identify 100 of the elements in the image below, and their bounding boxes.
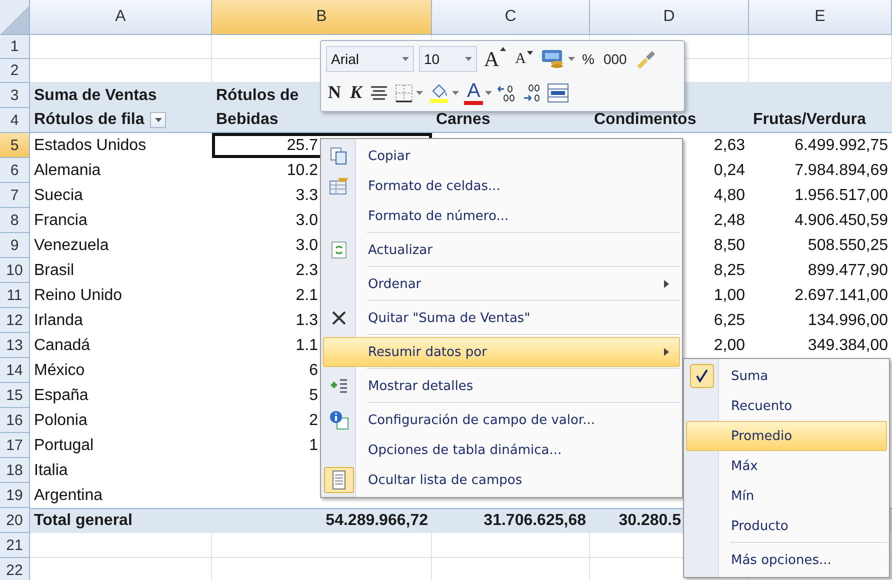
dropdown-caret-icon[interactable] <box>452 90 460 95</box>
menu-item[interactable]: Más opciones... <box>686 545 887 575</box>
row-header[interactable]: 21 <box>0 533 30 558</box>
grow-font-button[interactable]: A <box>482 46 508 72</box>
table-cell: Suecia <box>34 186 83 204</box>
menu-item[interactable]: Ocultar lista de campos <box>323 465 680 495</box>
table-cell: 6,25 <box>714 312 745 330</box>
row-header[interactable]: 7 <box>0 183 30 208</box>
table-cell: Portugal <box>34 436 94 454</box>
column-header[interactable]: E <box>749 0 892 35</box>
table-cell: Irlanda <box>34 312 83 330</box>
menu-item[interactable]: Ordenar <box>323 269 680 299</box>
table-cell: 8,50 <box>714 236 745 254</box>
table-cell: Estados Unidos <box>34 136 146 154</box>
fill-bucket-icon[interactable] <box>428 82 450 104</box>
row-header[interactable]: 14 <box>0 358 30 383</box>
menu-item[interactable]: Formato de celdas... <box>323 171 680 201</box>
row-header[interactable]: 5 <box>0 133 30 158</box>
italic-button[interactable]: K <box>348 82 364 104</box>
menu-item[interactable]: Resumir datos por <box>323 337 680 367</box>
row-header[interactable]: 19 <box>0 483 30 508</box>
menu-item[interactable]: Máx <box>686 451 887 481</box>
menu-item[interactable]: Copiar <box>323 141 680 171</box>
field-list-icon <box>332 470 346 490</box>
row-header[interactable]: 16 <box>0 408 30 433</box>
menu-item[interactable]: Quitar "Suma de Ventas" <box>323 303 680 333</box>
format-button[interactable]: 000 <box>601 51 629 68</box>
table-cell: 6.499.992,75 <box>794 136 888 154</box>
row-header[interactable]: 13 <box>0 333 30 358</box>
table-cell: Rótulos de <box>216 86 299 104</box>
menu-item[interactable]: Mín <box>686 481 887 511</box>
row-header[interactable]: 6 <box>0 158 30 183</box>
menu-item[interactable]: Formato de número... <box>323 201 680 231</box>
row-header[interactable]: 18 <box>0 458 30 483</box>
table-cell: Total general <box>34 512 132 530</box>
borders-icon[interactable] <box>394 82 414 103</box>
table-cell: Bebidas <box>216 111 278 129</box>
menu-item[interactable]: Promedio <box>686 421 887 451</box>
row-header[interactable]: 9 <box>0 233 30 258</box>
table-cell: Argentina <box>34 486 102 504</box>
dropdown-caret-icon[interactable] <box>416 90 424 95</box>
column-header[interactable]: D <box>590 0 749 35</box>
table-cell: 899.477,90 <box>808 262 888 280</box>
table-cell: Alemania <box>34 162 101 180</box>
row-header[interactable]: 22 <box>0 558 30 580</box>
font-color-button[interactable]: A <box>464 80 484 105</box>
menu-item[interactable]: Configuración de campo de valor... <box>323 405 680 435</box>
table-cell: 1.3 <box>296 312 318 330</box>
row-header[interactable]: 8 <box>0 208 30 233</box>
table-cell: 1,00 <box>714 286 745 304</box>
menu-item[interactable]: Mostrar detalles <box>323 371 680 401</box>
column-header[interactable]: C <box>432 0 590 35</box>
dropdown-caret-icon[interactable] <box>568 57 576 62</box>
menu-item[interactable]: Recuento <box>686 391 887 421</box>
font-size-field[interactable]: 10 <box>419 46 477 72</box>
row-header[interactable]: 3 <box>0 83 30 108</box>
table-cell: Canadá <box>34 336 90 354</box>
row-header[interactable]: 17 <box>0 433 30 458</box>
table-cell: 1.1 <box>296 336 318 354</box>
menu-item[interactable]: Actualizar <box>323 235 680 265</box>
merge-center-icon[interactable] <box>547 82 570 103</box>
font-name-field[interactable]: Arial <box>326 46 414 72</box>
filter-dropdown-button[interactable] <box>150 112 166 128</box>
table-cell: 8,25 <box>714 262 745 280</box>
row-header[interactable]: 1 <box>0 35 30 59</box>
table-cell: 2.3 <box>296 262 318 280</box>
format-button[interactable]: % <box>580 51 596 68</box>
table-cell: 2,00 <box>714 336 745 354</box>
menu-item[interactable]: Suma <box>686 361 887 391</box>
row-header[interactable]: 15 <box>0 383 30 408</box>
table-cell: 1.956.517,00 <box>794 186 888 204</box>
table-cell: 30.280.5 <box>618 512 681 530</box>
column-header[interactable]: A <box>30 0 212 35</box>
menu-item[interactable]: Opciones de tabla dinámica... <box>323 435 680 465</box>
shrink-font-button[interactable]: A <box>513 50 536 68</box>
up-caret-icon <box>500 46 506 51</box>
cross-icon <box>331 310 347 326</box>
bold-button[interactable]: N <box>326 82 343 104</box>
plus-list-icon <box>329 378 349 394</box>
row-header[interactable]: 20 <box>0 508 30 533</box>
row-header[interactable]: 4 <box>0 108 30 133</box>
row-header[interactable]: 10 <box>0 258 30 283</box>
row-header[interactable]: 11 <box>0 283 30 308</box>
table-cell: 54.289.966,72 <box>326 512 428 530</box>
table-cell: 4.906.450,59 <box>794 212 888 230</box>
menu-item[interactable]: Producto <box>686 511 887 541</box>
table-cell: Reino Unido <box>34 286 122 304</box>
table-cell: 2,63 <box>714 136 745 154</box>
table-cell: 2,48 <box>714 212 745 230</box>
table-cell: 4,80 <box>714 186 745 204</box>
row-header[interactable]: 12 <box>0 308 30 333</box>
decrease-decimal-icon[interactable] <box>522 82 542 103</box>
table-cell: 6 <box>309 362 318 380</box>
refresh-icon <box>331 241 347 259</box>
table-card-icon <box>329 177 349 195</box>
row-header[interactable]: 2 <box>0 59 30 83</box>
dropdown-caret-icon[interactable] <box>485 90 492 95</box>
increase-decimal-icon[interactable] <box>497 82 518 103</box>
align-center-icon[interactable] <box>369 84 390 102</box>
column-header[interactable]: B <box>212 0 432 35</box>
